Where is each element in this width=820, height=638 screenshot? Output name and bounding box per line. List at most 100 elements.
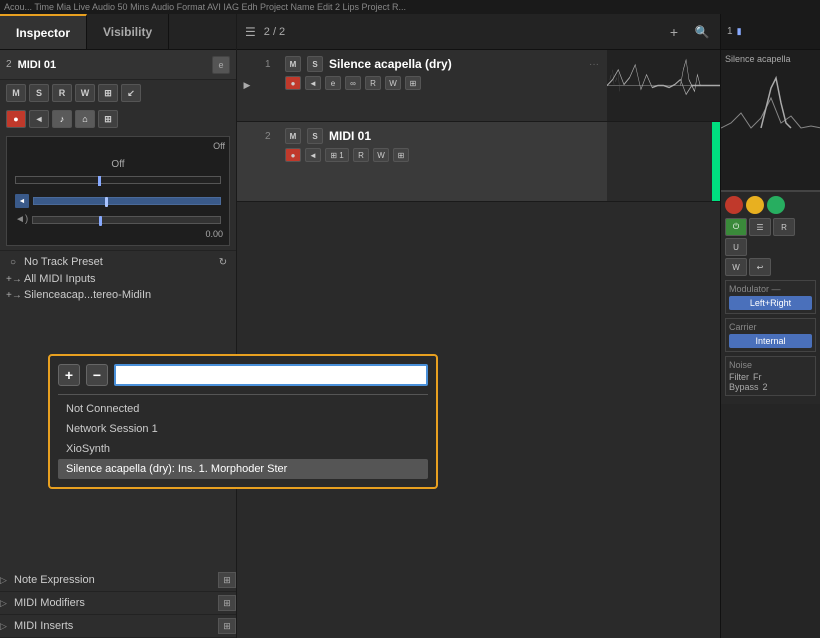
pan-slider[interactable]	[15, 176, 221, 184]
preset-icon: ○	[6, 255, 20, 269]
audio-track-row: ▶ 1 M S Silence acapella (dry) ··· ● ◄ e…	[237, 50, 720, 122]
audio-grid-btn[interactable]: ⊞	[405, 76, 421, 90]
home-button[interactable]: ⌂	[75, 110, 95, 128]
close-instrument-btn[interactable]	[725, 196, 743, 214]
tab-inspector[interactable]: Inspector	[0, 14, 87, 49]
filter-val: Fr	[753, 372, 762, 382]
instrument-controls: ⏻ ☰ R U	[725, 218, 816, 256]
audio-edit-btn[interactable]: e	[325, 76, 341, 90]
midi-solo-button[interactable]: S	[307, 128, 323, 144]
midi-track-info: 2 M S MIDI 01 ● ◄ ⊞ 1 R W ⊞	[257, 122, 607, 201]
popup-add-button[interactable]: +	[58, 364, 80, 386]
undo-btn[interactable]: ↩	[749, 258, 771, 276]
wave-btn[interactable]: W	[725, 258, 747, 276]
right-instrument-panel: ⏻ ☰ R U W ↩ Modulator — Left+Right Carri…	[721, 190, 820, 404]
noise-section: Noise Filter Fr Bypass 2	[725, 356, 816, 396]
carrier-value[interactable]: Internal	[729, 334, 812, 348]
read-ctrl-btn[interactable]: R	[773, 218, 795, 236]
audio-solo-button[interactable]: S	[307, 56, 323, 72]
maximize-instrument-btn[interactable]	[767, 196, 785, 214]
audio-track-title: Silence acapella (dry)	[329, 57, 452, 71]
popup-search-input[interactable]	[114, 364, 428, 386]
popup-remove-button[interactable]: −	[86, 364, 108, 386]
dropdown-item-not-connected[interactable]: Not Connected	[58, 399, 428, 419]
midi-track-controls: ● ◄ ⊞ 1 R W ⊞	[265, 148, 599, 162]
popup-divider	[58, 394, 428, 395]
mute-button[interactable]: M	[6, 84, 26, 102]
modulator-title: Modulator —	[729, 284, 812, 294]
top-bar: Acou... Time Mia Live Audio 50 Mins Audi…	[0, 0, 820, 14]
midi-r-btn[interactable]: R	[353, 148, 369, 162]
midi-input-icon: +→	[6, 274, 20, 285]
power-btn[interactable]: ⏻	[725, 218, 747, 236]
tab-visibility[interactable]: Visibility	[87, 14, 169, 49]
note-expression-btn[interactable]: ⊞	[218, 572, 236, 588]
instrument-row2: W ↩	[725, 258, 816, 276]
solo-button[interactable]: S	[29, 84, 49, 102]
value-display: 0.00	[11, 229, 225, 239]
aux-slider[interactable]	[32, 216, 221, 224]
preset-label: No Track Preset	[24, 256, 212, 268]
waveform-preview: Silence acapella	[721, 50, 820, 190]
play-button[interactable]: ◄	[29, 110, 49, 128]
midi-track-title: MIDI 01	[329, 129, 371, 143]
pan-label: Off	[11, 159, 225, 170]
audio-w-btn[interactable]: W	[385, 76, 401, 90]
center-top-bar: ☰ 2 / 2 + 🔍	[237, 14, 720, 50]
modulator-value[interactable]: Left+Right	[729, 296, 812, 310]
grid-button[interactable]: ⊞	[98, 84, 118, 102]
midi-mute-button[interactable]: M	[285, 128, 301, 144]
right-track-preview-bar: ▮	[737, 26, 742, 37]
audio-track-dots: ···	[589, 59, 599, 70]
refresh-button[interactable]: ↻	[216, 255, 230, 269]
dropdown-item-silence-acapella[interactable]: Silence acapella (dry): Ins. 1. Morphode…	[58, 459, 428, 479]
tab-bar: Inspector Visibility	[0, 14, 236, 50]
green-progress-bar	[712, 122, 720, 201]
audio-loop-btn[interactable]: ∞	[345, 76, 361, 90]
midi-record-btn[interactable]: ●	[285, 148, 301, 162]
right-panel-header: 1 ▮	[721, 14, 820, 50]
preset-section: ○ No Track Preset ↻ +→ All MIDI Inputs +…	[0, 250, 236, 309]
dropdown-item-xiosynth[interactable]: XioSynth	[58, 439, 428, 459]
record-button[interactable]: ●	[6, 110, 26, 128]
midi-input-row: +→ All MIDI Inputs	[6, 273, 230, 285]
track-edit-button[interactable]: e	[212, 56, 230, 74]
audio-track-info: 1 M S Silence acapella (dry) ··· ● ◄ e ∞…	[257, 50, 607, 121]
grid2-button[interactable]: ⊞	[98, 110, 118, 128]
midi-grid-btn[interactable]: ⊞ 1	[325, 148, 349, 162]
note-expression-label: Note Expression	[14, 574, 214, 586]
midi-btn[interactable]: ☰	[749, 218, 771, 236]
midi-track-name-area: 2 M S MIDI 01	[265, 128, 599, 144]
minimize-instrument-btn[interactable]	[746, 196, 764, 214]
midi-inserts-expand: ▷	[0, 621, 10, 632]
audio-mute-button[interactable]: M	[285, 56, 301, 72]
track-count-label: 2 / 2	[264, 26, 285, 38]
midi-inserts-label: MIDI Inserts	[14, 620, 214, 632]
center-search-button[interactable]: 🔍	[692, 22, 712, 42]
top-bar-text: Acou... Time Mia Live Audio 50 Mins Audi…	[4, 2, 406, 12]
midi-modifiers-btn[interactable]: ⊞	[218, 595, 236, 611]
center-add-button[interactable]: +	[664, 22, 684, 42]
write-ctrl-btn[interactable]: U	[725, 238, 747, 256]
midi-inserts-btn[interactable]: ⊞	[218, 618, 236, 634]
right-track-number: 1	[727, 26, 733, 37]
read-button[interactable]: R	[52, 84, 72, 102]
all-midi-inputs-label: All MIDI Inputs	[24, 273, 96, 285]
midi-track-number: 2	[265, 131, 279, 142]
arrow-button[interactable]: ↙	[121, 84, 141, 102]
audio-play-btn[interactable]: ◄	[305, 76, 321, 90]
audio-record-btn[interactable]: ●	[285, 76, 301, 90]
dropdown-popup: + − Not Connected Network Session 1 XioS…	[48, 354, 438, 489]
midi-modifiers-label: MIDI Modifiers	[14, 597, 214, 609]
midi-grid2-btn[interactable]: ⊞	[393, 148, 409, 162]
audio-r-btn[interactable]: R	[365, 76, 381, 90]
right-panel: 1 ▮ Silence acapella ⏻ ☰ R	[720, 14, 820, 638]
bottom-sections: ▷ Note Expression ⊞ ▷ MIDI Modifiers ⊞ ▷…	[0, 569, 236, 638]
vol-slider[interactable]	[33, 197, 221, 205]
midi-play-btn[interactable]: ◄	[305, 148, 321, 162]
write-button[interactable]: W	[75, 84, 95, 102]
dropdown-item-network-session[interactable]: Network Session 1	[58, 419, 428, 439]
note-button[interactable]: ♪	[52, 110, 72, 128]
midi-inserts-section: ▷ MIDI Inserts ⊞	[0, 615, 236, 638]
midi-w-btn[interactable]: W	[373, 148, 389, 162]
